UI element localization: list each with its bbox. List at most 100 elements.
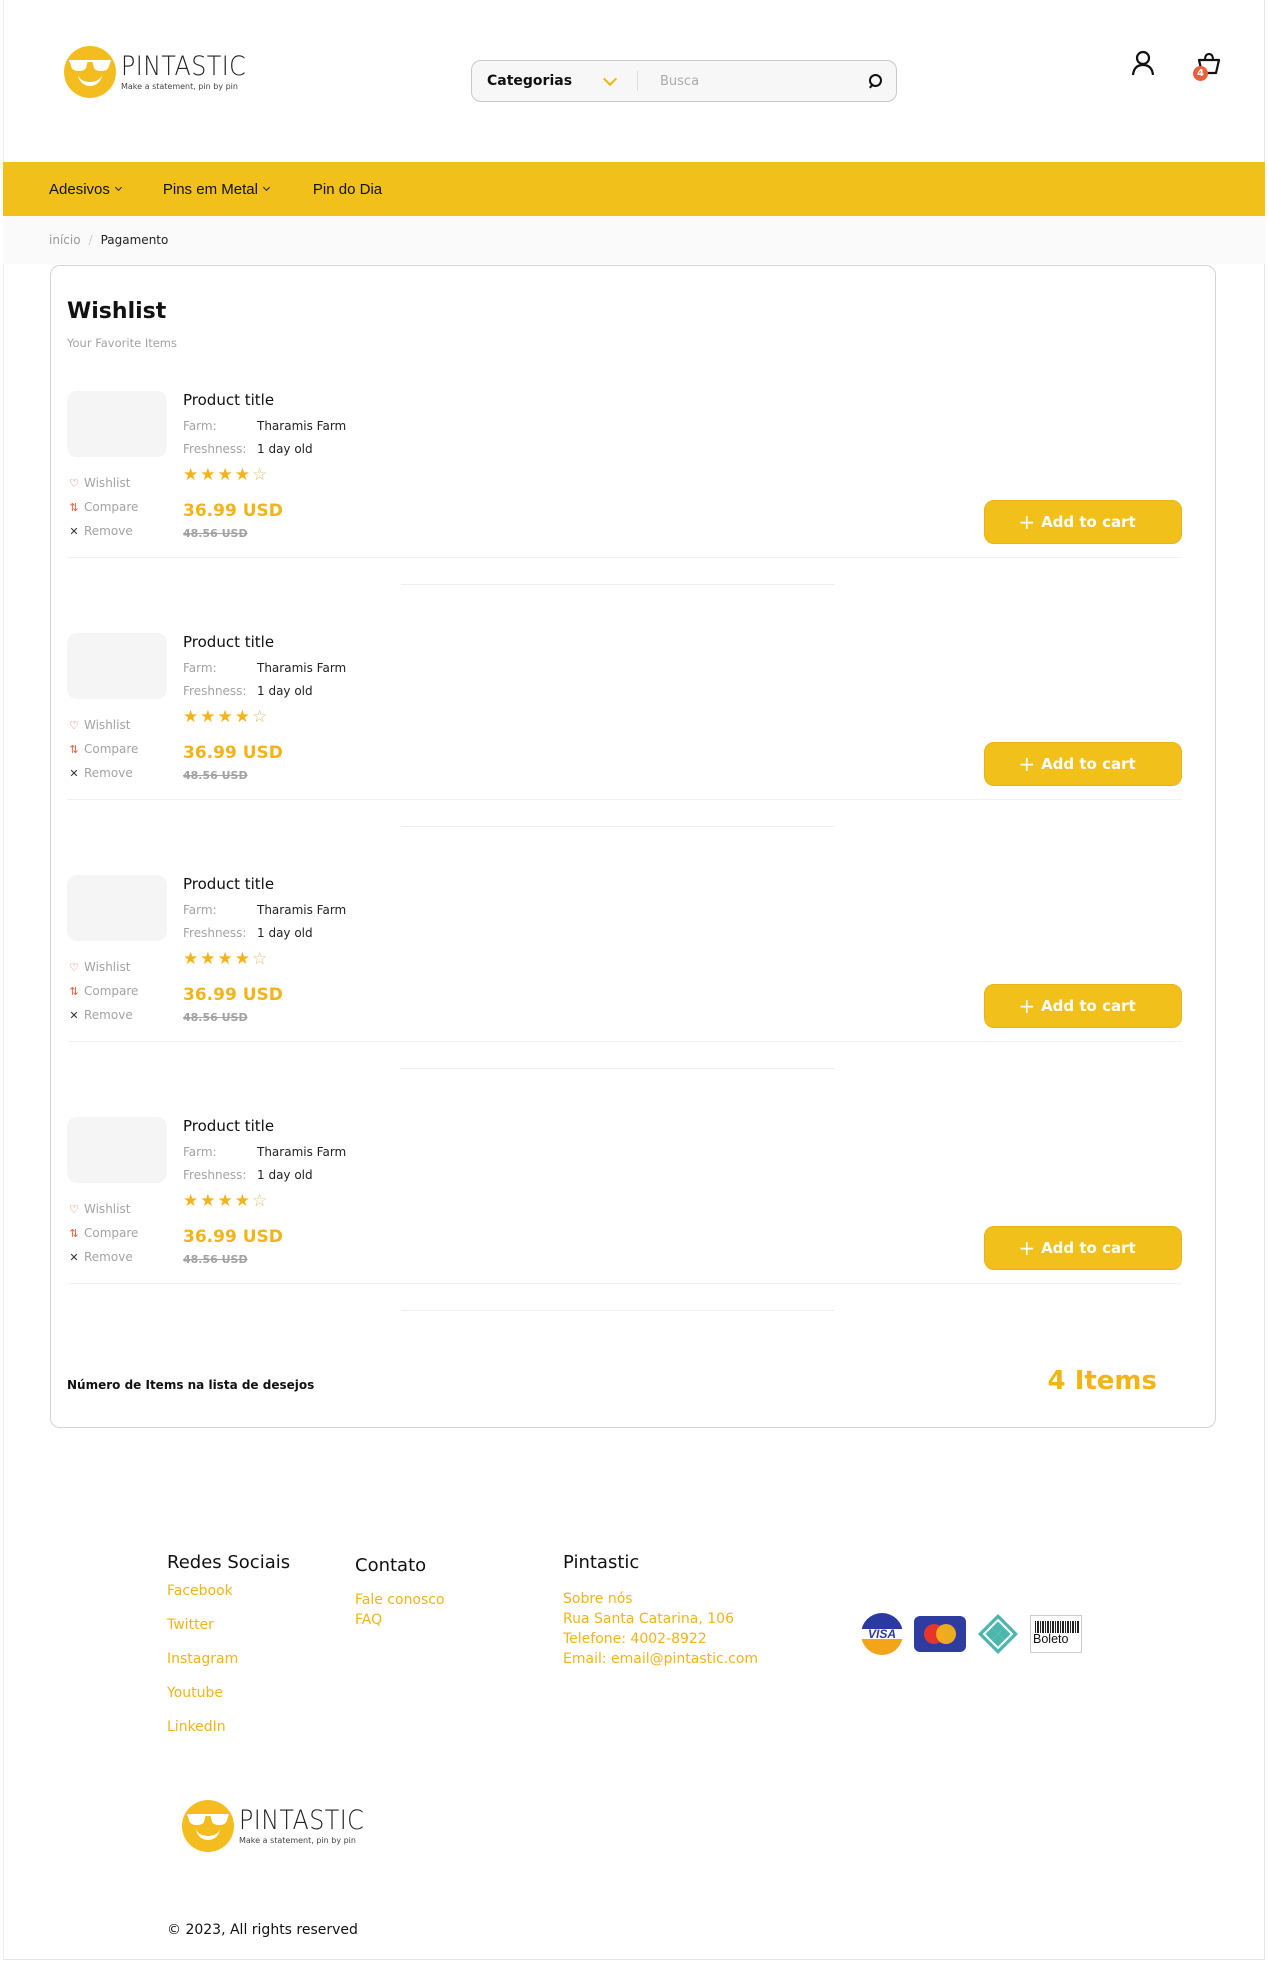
- compare-action-label: Compare: [84, 500, 139, 514]
- category-select[interactable]: Categorias: [487, 73, 607, 89]
- star-filled-icon: ★: [234, 707, 252, 727]
- compare-icon: ⇅: [69, 984, 79, 998]
- section-separator: [401, 1310, 835, 1311]
- footer-link-youtube[interactable]: Youtube: [167, 1685, 290, 1701]
- remove-action-label: Remove: [84, 1250, 133, 1264]
- compare-action[interactable]: ⇅ Compare: [67, 1221, 138, 1245]
- nav-item-adesivos[interactable]: Adesivos: [49, 181, 122, 198]
- cart-count-badge: 4: [1193, 66, 1208, 81]
- add-to-cart-label: Add to cart: [1041, 755, 1136, 773]
- footer-link-faq[interactable]: FAQ: [355, 1612, 445, 1628]
- nav-item-pins-em-metal[interactable]: Pins em Metal: [163, 181, 270, 198]
- rating-stars: ★★★★☆: [183, 707, 269, 727]
- breadcrumb-home[interactable]: início: [49, 233, 81, 247]
- wishlist-action[interactable]: ♡ Wishlist: [67, 713, 138, 737]
- add-to-cart-button[interactable]: + Add to cart: [984, 500, 1182, 544]
- item-actions: ♡ Wishlist ⇅ Compare ✕ Remove: [67, 471, 138, 543]
- wishlist-action-label: Wishlist: [84, 1202, 131, 1216]
- farm-value: Tharamis Farm: [257, 419, 347, 433]
- farm-value: Tharamis Farm: [257, 1145, 347, 1159]
- product-old-price: 48.56 USD: [183, 769, 248, 782]
- farm-label: Farm:: [183, 661, 217, 675]
- product-price: 36.99 USD: [183, 985, 283, 1005]
- compare-icon: ⇅: [69, 500, 79, 514]
- item-actions: ♡ Wishlist ⇅ Compare ✕ Remove: [67, 713, 138, 785]
- footer-about-heading: Pintastic: [563, 1552, 640, 1573]
- product-image[interactable]: [67, 391, 167, 457]
- footer-link-facebook[interactable]: Facebook: [167, 1583, 290, 1599]
- star-filled-icon: ★: [200, 465, 218, 485]
- user-icon[interactable]: [1131, 50, 1155, 76]
- star-filled-icon: ★: [234, 465, 252, 485]
- footer-email[interactable]: Email: email@pintastic.com: [563, 1651, 758, 1667]
- product-title[interactable]: Product title: [183, 1117, 274, 1135]
- footer-link-twitter[interactable]: Twitter: [167, 1617, 290, 1633]
- compare-action[interactable]: ⇅ Compare: [67, 979, 138, 1003]
- wishlist-action[interactable]: ♡ Wishlist: [67, 955, 138, 979]
- freshness-label: Freshness:: [183, 442, 247, 456]
- search-icon[interactable]: [868, 74, 882, 88]
- nav-item-pin-do-dia[interactable]: Pin do Dia: [313, 181, 382, 198]
- chevron-down-icon: [262, 183, 270, 192]
- star-filled-icon: ★: [217, 1191, 235, 1211]
- footer-address: Rua Santa Catarina, 106: [563, 1611, 735, 1627]
- add-to-cart-button[interactable]: + Add to cart: [984, 984, 1182, 1028]
- product-image[interactable]: [67, 633, 167, 699]
- remove-action-label: Remove: [84, 524, 133, 538]
- footer-link-sobre-nos[interactable]: Sobre nós: [563, 1591, 758, 1607]
- remove-action-label: Remove: [84, 1008, 133, 1022]
- payment-methods: VISA Boleto: [860, 1612, 1092, 1656]
- wishlist-card: Wishlist Your Favorite Items Product tit…: [50, 265, 1216, 1428]
- product-image[interactable]: [67, 1117, 167, 1183]
- product-title[interactable]: Product title: [183, 391, 274, 409]
- footer-phone: Telefone: 4002-8922: [563, 1631, 707, 1647]
- search-divider: [637, 71, 638, 91]
- footer-link-instagram[interactable]: Instagram: [167, 1651, 290, 1667]
- plus-icon: +: [1018, 1236, 1036, 1260]
- remove-action[interactable]: ✕ Remove: [67, 519, 138, 543]
- breadcrumb-current: Pagamento: [100, 233, 169, 247]
- item-actions: ♡ Wishlist ⇅ Compare ✕ Remove: [67, 1197, 138, 1269]
- pix-icon: [976, 1612, 1020, 1656]
- freshness-value: 1 day old: [257, 442, 313, 456]
- wishlist-item: Product title Farm: Tharamis Farm Freshness…: [67, 391, 1201, 585]
- footer-logo[interactable]: PINTASTIC Make a statement, pin by pin: [182, 1800, 381, 1852]
- star-filled-icon: ★: [217, 707, 235, 727]
- wishlist-action-label: Wishlist: [84, 718, 131, 732]
- chevron-down-icon: [114, 183, 122, 192]
- breadcrumb: início / Pagamento: [3, 216, 1265, 264]
- logo-name: PINTASTIC: [121, 51, 247, 82]
- product-title[interactable]: Product title: [183, 633, 274, 651]
- heart-icon: ♡: [69, 960, 79, 974]
- plus-icon: +: [1018, 994, 1036, 1018]
- freshness-label: Freshness:: [183, 684, 247, 698]
- compare-action[interactable]: ⇅ Compare: [67, 495, 138, 519]
- wishlist-action[interactable]: ♡ Wishlist: [67, 1197, 138, 1221]
- rating-stars: ★★★★☆: [183, 465, 269, 485]
- remove-action[interactable]: ✕ Remove: [67, 1003, 138, 1027]
- compare-action-label: Compare: [84, 1226, 139, 1240]
- product-image[interactable]: [67, 875, 167, 941]
- remove-action-label: Remove: [84, 766, 133, 780]
- product-old-price: 48.56 USD: [183, 1011, 248, 1024]
- farm-label: Farm:: [183, 419, 217, 433]
- compare-action[interactable]: ⇅ Compare: [67, 737, 138, 761]
- wishlist-action[interactable]: ♡ Wishlist: [67, 471, 138, 495]
- footer-contact-heading: Contato: [355, 1555, 427, 1576]
- close-icon: ✕: [69, 766, 79, 780]
- footer-link-fale-conosco[interactable]: Fale conosco: [355, 1592, 445, 1608]
- item-divider: [67, 1283, 1182, 1284]
- star-empty-icon: ☆: [252, 1191, 270, 1211]
- mastercard-icon: [914, 1616, 966, 1652]
- add-to-cart-button[interactable]: + Add to cart: [984, 742, 1182, 786]
- product-title[interactable]: Product title: [183, 875, 274, 893]
- star-empty-icon: ☆: [252, 707, 270, 727]
- remove-action[interactable]: ✕ Remove: [67, 1245, 138, 1269]
- search-input[interactable]: Busca: [660, 74, 868, 89]
- compare-icon: ⇅: [69, 742, 79, 756]
- footer-social: Redes Sociais Facebook Twitter Instagram…: [167, 1552, 290, 1753]
- remove-action[interactable]: ✕ Remove: [67, 761, 138, 785]
- footer-link-linkedin[interactable]: LinkedIn: [167, 1719, 290, 1735]
- add-to-cart-button[interactable]: + Add to cart: [984, 1226, 1182, 1270]
- header-logo[interactable]: PINTASTIC Make a statement, pin by pin: [64, 46, 263, 98]
